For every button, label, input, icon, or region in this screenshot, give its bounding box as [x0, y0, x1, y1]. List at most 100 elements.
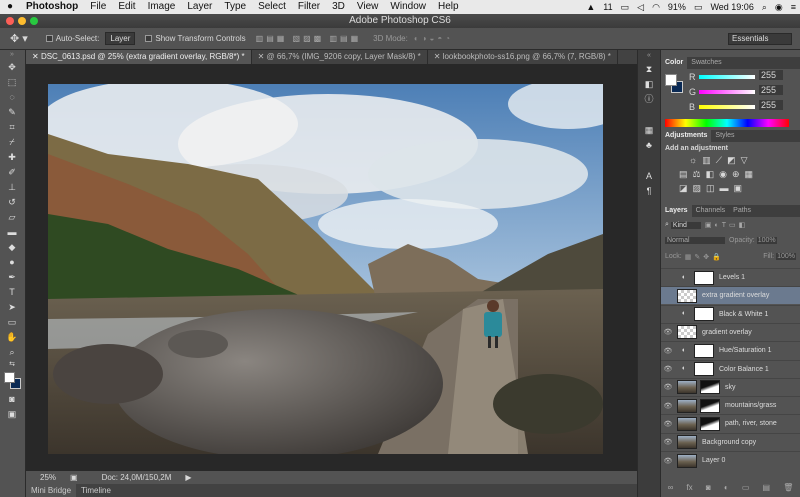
selective-color-icon[interactable]: ▣ [734, 183, 748, 193]
lasso-tool-icon[interactable]: ◌ [0, 90, 24, 105]
search-icon[interactable]: ⌕ [758, 2, 771, 13]
history-panel-icon[interactable]: ⧗ [638, 62, 660, 77]
shape-tool-icon[interactable]: ▭ [0, 315, 24, 330]
marquee-tool-icon[interactable]: ⬚ [0, 75, 24, 90]
app-menu[interactable]: Photoshop [20, 0, 84, 14]
channel-b-slider[interactable] [699, 105, 755, 109]
brush-panel-icon[interactable]: ▦ [638, 123, 660, 138]
new-layer-icon[interactable]: ▤ [763, 483, 771, 492]
info-panel-icon[interactable]: ⓘ [638, 92, 660, 107]
eraser-tool-icon[interactable]: ▱ [0, 210, 24, 225]
menu-list-icon[interactable]: ≡ [787, 2, 800, 12]
zoom-tool-icon[interactable]: ⌕ [0, 345, 24, 360]
layer-row[interactable]: 👁 ◐ Color Balance 1 [661, 359, 800, 378]
screen-mode-icon[interactable]: ▣ [0, 407, 24, 422]
curves-icon[interactable]: ⟋ [716, 155, 727, 165]
channel-mixer-icon[interactable]: ⊕ [732, 169, 745, 179]
new-group-icon[interactable]: ▭ [742, 483, 750, 492]
show-transform-checkbox[interactable]: Show Transform Controls [145, 34, 246, 43]
pen-tool-icon[interactable]: ✒ [0, 270, 24, 285]
blend-mode-dropdown[interactable]: Normal [665, 237, 725, 244]
move-tool-icon[interactable]: ✥ [0, 60, 24, 75]
gradient-tool-icon[interactable]: ▬ [0, 225, 24, 240]
delete-layer-icon[interactable]: 🗑 [783, 483, 793, 492]
layer-row[interactable]: 👁 Layer 0 [661, 451, 800, 469]
link-layers-icon[interactable]: ∞ [668, 483, 674, 492]
black-white-icon[interactable]: ◧ [706, 169, 720, 179]
dodge-tool-icon[interactable]: ● [0, 255, 24, 270]
blur-tool-icon[interactable]: ◆ [0, 240, 24, 255]
visibility-eye-icon[interactable]: 👁 [661, 365, 675, 373]
menu-filter[interactable]: Filter [292, 0, 326, 14]
menu-layer[interactable]: Layer [181, 0, 218, 14]
align-buttons[interactable]: ▥▤▦ ▧▨▩ ▥▤▦ [256, 34, 361, 43]
character-panel-icon[interactable]: A [638, 169, 660, 184]
menu-image[interactable]: Image [142, 0, 182, 14]
menu-window[interactable]: Window [384, 0, 432, 14]
3d-mode-buttons[interactable]: ◐◑◒◓◔ [414, 34, 453, 43]
status-export-icon[interactable]: ▣ [70, 471, 78, 484]
layer-mask-thumbnail[interactable] [700, 398, 720, 413]
hand-tool-icon[interactable]: ✋ [0, 330, 24, 345]
foreground-color-swatch[interactable] [4, 372, 15, 383]
color-swap-icon[interactable]: ⇆ [0, 360, 24, 370]
tab-swatches[interactable]: Swatches [687, 57, 725, 69]
healing-brush-tool-icon[interactable]: ✚ [0, 150, 24, 165]
layer-row[interactable]: 👁 path, river, stone [661, 414, 800, 432]
workspace-dropdown[interactable]: Essentials [728, 33, 792, 45]
layer-style-icon[interactable]: fx [686, 483, 692, 492]
type-tool-icon[interactable]: T [0, 285, 24, 300]
layer-mask-thumbnail[interactable] [694, 362, 714, 376]
paragraph-panel-icon[interactable]: ¶ [638, 184, 660, 199]
tab-adjustments[interactable]: Adjustments [661, 130, 712, 142]
visibility-eye-icon[interactable]: 👁 [661, 383, 675, 391]
foreground-color-swatch[interactable] [665, 74, 677, 86]
menu-3d[interactable]: 3D [326, 0, 351, 14]
color-lookup-icon[interactable]: ▦ [745, 169, 759, 179]
add-mask-icon[interactable]: ◙ [706, 483, 711, 492]
layer-row[interactable]: 👁 gradient overlay [661, 322, 800, 341]
close-tab-icon[interactable]: ✕ [32, 52, 41, 61]
move-tool-preset[interactable]: ✥ ▾ [10, 32, 28, 45]
fill-value[interactable]: 100% [776, 253, 796, 260]
doc-tab[interactable]: ✕ lookbookphoto-ss16.png @ 66,7% (7, RGB… [428, 50, 618, 64]
visibility-eye-icon[interactable]: 👁 [661, 457, 675, 465]
layer-mask-thumbnail[interactable] [694, 307, 714, 322]
auto-select-target-dropdown[interactable]: Layer [105, 32, 136, 45]
menu-type[interactable]: Type [218, 0, 252, 14]
tab-styles[interactable]: Styles [711, 130, 738, 142]
visibility-eye-icon[interactable]: 👁 [661, 420, 675, 428]
auto-select-checkbox[interactable]: Auto-Select: [45, 34, 99, 43]
layer-mask-thumbnail[interactable] [700, 416, 720, 431]
tab-timeline[interactable]: Timeline [76, 484, 116, 497]
quick-select-tool-icon[interactable]: ✎ [0, 105, 24, 120]
layer-row[interactable]: ◐ Black & White 1 [661, 304, 800, 323]
battery-percent[interactable]: 91% [664, 2, 690, 12]
layer-mask-thumbnail[interactable] [700, 380, 720, 395]
tab-mini-bridge[interactable]: Mini Bridge [26, 484, 77, 497]
visibility-eye-icon[interactable]: 👁 [661, 328, 675, 336]
channel-g-value[interactable]: 255 [759, 85, 783, 95]
user-icon[interactable]: ◉ [771, 2, 787, 13]
tab-channels[interactable]: Channels [692, 205, 730, 217]
color-balance-icon[interactable]: ⚖ [693, 169, 706, 179]
filter-kind-dropdown[interactable]: Kind [670, 221, 701, 229]
hue-saturation-icon[interactable]: ▤ [679, 169, 693, 179]
panel-collapse-icon[interactable]: » [0, 50, 24, 60]
filter-type-icons[interactable]: ▣◐T▭◧ [705, 221, 748, 229]
tab-paths[interactable]: Paths [729, 205, 755, 217]
channel-g-slider[interactable] [699, 90, 755, 94]
doc-tab-active[interactable]: ✕ DSC_0613.psd @ 25% (extra gradient ove… [26, 50, 252, 64]
brightness-contrast-icon[interactable]: ☼ [689, 155, 702, 165]
wifi-icon[interactable]: ◠ [648, 2, 664, 13]
channel-b-value[interactable]: 255 [759, 100, 783, 110]
close-tab-icon[interactable]: ✕ [258, 52, 267, 61]
threshold-icon[interactable]: ◫ [706, 183, 720, 193]
crop-tool-icon[interactable]: ⌗ [0, 120, 24, 135]
properties-panel-icon[interactable]: ◧ [638, 77, 660, 92]
close-tab-icon[interactable]: ✕ [434, 52, 443, 61]
zoom-window-icon[interactable] [30, 17, 38, 25]
minimize-window-icon[interactable] [18, 17, 26, 25]
layer-row[interactable]: 👁 ◐ Hue/Saturation 1 [661, 341, 800, 359]
gradient-map-icon[interactable]: ▬ [720, 183, 734, 193]
